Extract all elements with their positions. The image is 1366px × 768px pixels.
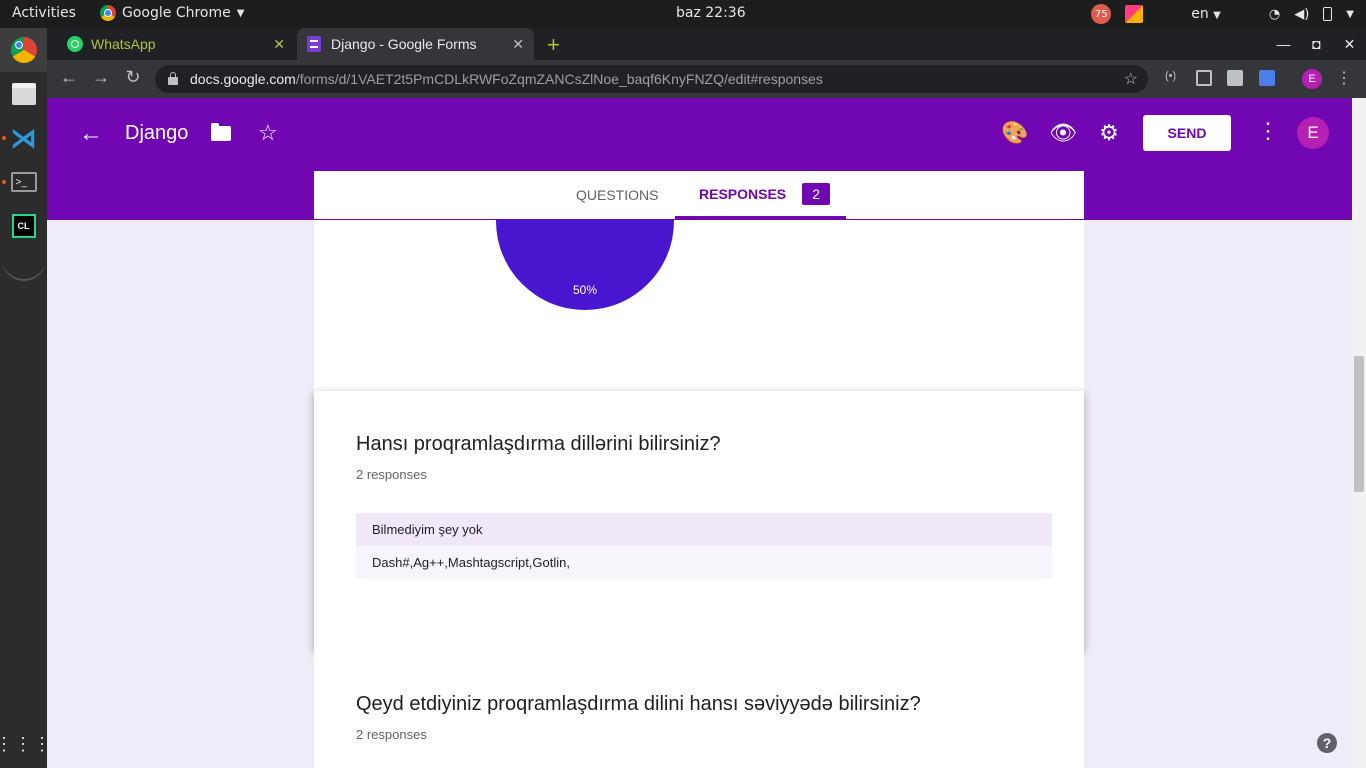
profile-avatar[interactable]: E [1302, 69, 1322, 89]
response-row: Dash#,Ag++,Mashtagscript,Gotlin, [356, 546, 1052, 579]
clock[interactable]: baz 22:36 [676, 5, 746, 21]
dock-vscode[interactable]: ⋊ [0, 116, 47, 160]
question-title: Qeyd etdiyiniz proqramlaşdırma dilini ha… [356, 693, 921, 715]
lock-icon[interactable] [168, 72, 178, 85]
forward-icon[interactable]: → [89, 67, 113, 88]
response-row: Bilmediyim şey yok [356, 513, 1052, 546]
send-button[interactable]: SEND [1143, 115, 1231, 151]
notification-badge[interactable]: 75 [1091, 4, 1112, 24]
whatsapp-icon [67, 36, 83, 52]
address-bar[interactable]: docs.google.com/forms/d/1VAET2t5PmCDLkRW… [155, 65, 1148, 93]
spinner-icon [1, 259, 46, 281]
app-grid-icon: ⋮⋮⋮ [0, 734, 52, 754]
scrollbar-thumb[interactable] [1354, 356, 1364, 492]
form-tabs: QUESTIONS RESPONSES 2 [314, 171, 1084, 219]
show-applications-button[interactable]: ⋮⋮⋮ [0, 722, 51, 766]
browser-toolbar: ← → ↻ docs.google.com/forms/d/1VAET2t5Pm… [47, 60, 1366, 98]
chevron-down-icon: ▼ [236, 7, 245, 19]
response-count: 2 responses [356, 467, 427, 482]
app-indicator-icon[interactable] [1125, 5, 1144, 23]
reload-icon[interactable]: ↻ [121, 67, 145, 88]
dock-clion[interactable]: CL [0, 204, 47, 248]
cast-icon[interactable] [1196, 70, 1212, 86]
close-icon[interactable]: ✕ [273, 36, 285, 53]
responses-content: 50% Hansı proqramlaşdırma dillərini bili… [47, 220, 1352, 768]
tab-strip: WhatsApp ✕ Django - Google Forms ✕ + — ◘… [47, 28, 1366, 60]
star-icon[interactable]: ☆ [258, 120, 278, 146]
app-menu-label: Google Chrome [122, 5, 231, 21]
dock: ⋊ >_ CL ⋮⋮⋮ [0, 28, 51, 768]
window-controls: — ◘ ✕ [1267, 28, 1366, 60]
dock-terminal[interactable]: >_ [0, 160, 47, 204]
terminal-icon: >_ [10, 172, 37, 192]
system-tray: 75 en ▼ ◔ ◀) ▼ [1091, 3, 1354, 25]
question-title: Hansı proqramlaşdırma dillərini bilirsin… [356, 433, 721, 455]
chrome-icon [10, 37, 37, 63]
response-count: 2 responses [356, 727, 427, 742]
system-top-bar: Activities Google Chrome ▼ baz 22:36 75 … [0, 0, 1366, 28]
settings-gear-icon[interactable]: ⚙ [1097, 120, 1121, 146]
chrome-icon [100, 5, 116, 21]
pie-slice-label: 50% [573, 283, 598, 297]
language-indicator[interactable]: en ▼ [1191, 6, 1221, 22]
tab-responses-label: RESPONSES [699, 185, 787, 202]
bookmark-star-icon[interactable]: ☆ [1124, 69, 1138, 89]
help-icon[interactable]: ? [1317, 733, 1337, 753]
dock-loading [0, 248, 47, 292]
tab-responses[interactable]: RESPONSES 2 [675, 171, 846, 219]
close-icon[interactable]: ✕ [512, 36, 524, 53]
language-label: en [1191, 6, 1209, 22]
maximize-icon[interactable]: ◘ [1300, 36, 1333, 52]
translate-icon[interactable] [1259, 70, 1275, 86]
chevron-down-icon: ▼ [1213, 10, 1221, 21]
extension-icon[interactable]: (•) [1165, 70, 1181, 86]
vscode-icon: ⋊ [10, 122, 37, 153]
browser-menu-icon[interactable]: ⋮ [1336, 68, 1352, 88]
tab-label: Django - Google Forms [331, 36, 477, 52]
file-cabinet-icon [11, 83, 36, 105]
dock-chrome[interactable] [0, 28, 47, 72]
close-window-icon[interactable]: ✕ [1333, 36, 1366, 53]
tab-label: WhatsApp [91, 36, 156, 52]
url-text: docs.google.com/forms/d/1VAET2t5PmCDLkRW… [190, 71, 823, 87]
back-arrow-icon[interactable]: ← [79, 120, 103, 148]
form-title[interactable]: Django [125, 122, 188, 145]
back-icon[interactable]: ← [57, 67, 81, 88]
minimize-icon[interactable]: — [1267, 36, 1300, 52]
tab-whatsapp[interactable]: WhatsApp ✕ [57, 28, 295, 60]
responses-count-badge: 2 [802, 182, 831, 205]
url-host: docs.google.com [190, 71, 296, 87]
volume-icon[interactable]: ◀) [1294, 7, 1309, 22]
tab-questions[interactable]: QUESTIONS [576, 171, 658, 219]
page-scrollbar[interactable] [1352, 98, 1366, 768]
google-forms-icon [307, 36, 321, 52]
previous-question-card: 50% [314, 220, 1084, 391]
running-indicator [2, 180, 6, 184]
activities-button[interactable]: Activities [12, 5, 76, 21]
battery-icon[interactable] [1323, 7, 1333, 21]
clion-icon: CL [11, 214, 36, 238]
new-tab-button[interactable]: + [547, 32, 560, 58]
preview-eye-icon[interactable]: 👁 [1049, 120, 1077, 146]
wifi-icon[interactable]: ◔ [1269, 7, 1280, 22]
running-indicator [2, 136, 6, 140]
question-card: Hansı proqramlaşdırma dillərini bilirsin… [314, 391, 1084, 651]
account-avatar[interactable]: E [1297, 117, 1329, 149]
url-path: /forms/d/1VAET2t5PmCDLkRWFoZqmZANCsZlNoe… [295, 71, 823, 87]
folder-icon[interactable] [211, 123, 231, 141]
tab-django-forms[interactable]: Django - Google Forms ✕ [297, 28, 534, 60]
palette-icon[interactable]: 🎨 [1001, 120, 1028, 146]
dock-files[interactable] [0, 72, 47, 116]
app-menu[interactable]: Google Chrome ▼ [100, 5, 244, 21]
more-options-icon[interactable]: ⋮ [1257, 118, 1279, 144]
chevron-down-icon[interactable]: ▼ [1346, 9, 1354, 20]
download-icon[interactable] [1227, 70, 1243, 86]
question-card: Qeyd etdiyiniz proqramlaşdırma dilini ha… [314, 651, 1084, 768]
